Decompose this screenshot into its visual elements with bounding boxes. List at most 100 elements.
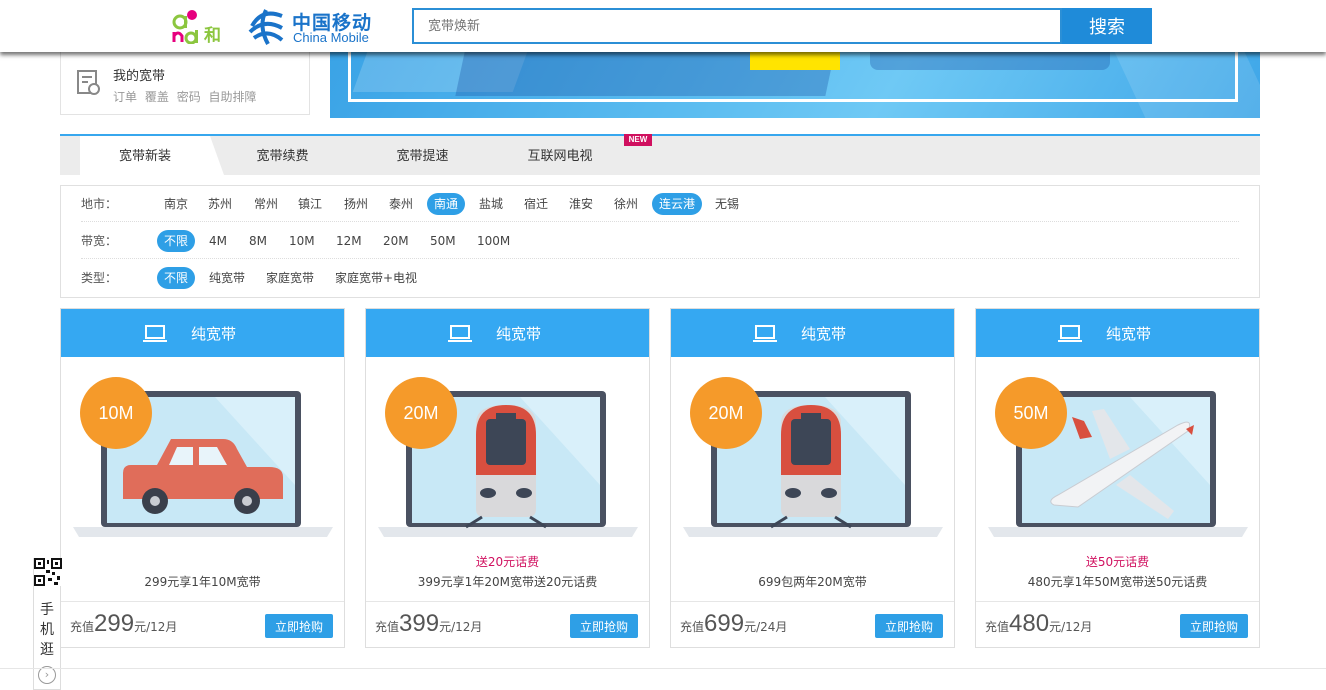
card-footer: 充值299元/12月 立即抢购 xyxy=(61,601,344,647)
card-header: 纯宽带 xyxy=(671,309,954,357)
product-description: 699包两年20M宽带 xyxy=(758,575,867,589)
price-amount: 480 xyxy=(1009,610,1050,637)
qr-code-icon xyxy=(34,558,62,586)
bandwidth-option[interactable]: 10M xyxy=(282,230,322,252)
product-description: 399元享1年20M宽带送20元话费 xyxy=(417,575,598,589)
banner-frame xyxy=(348,52,1238,102)
city-option[interactable]: 泰州 xyxy=(382,193,420,215)
bandwidth-option[interactable]: 4M xyxy=(202,230,234,252)
city-option[interactable]: 苏州 xyxy=(201,193,239,215)
service-tabs: 宽带新装 宽带续费 宽带提速 互联网电视 xyxy=(60,134,1260,175)
filter-label-type: 类型： xyxy=(81,271,118,285)
card-footer: 充值399元/12月 立即抢购 xyxy=(366,601,649,647)
filter-label-city: 地市： xyxy=(81,197,118,211)
city-option-selected[interactable]: 连云港 xyxy=(652,193,703,215)
bandwidth-option[interactable]: 8M xyxy=(242,230,274,252)
filter-label-bandwidth: 带宽： xyxy=(81,234,118,248)
product-card[interactable]: 纯宽带 10M 299元享1年10M宽带 充值299元/12月 立即抢购 xyxy=(60,308,345,648)
city-option[interactable]: 南京 xyxy=(157,193,195,215)
search-button[interactable]: 搜索 xyxy=(1062,8,1152,44)
buy-now-button[interactable]: 立即抢购 xyxy=(875,614,943,638)
search-input[interactable] xyxy=(412,8,1062,44)
price-amount: 399 xyxy=(399,610,440,637)
card-footer: 充值480元/12月 立即抢购 xyxy=(976,601,1259,647)
tab-internet-tv[interactable]: 互联网电视 xyxy=(505,136,615,175)
card-category: 纯宽带 xyxy=(191,325,237,343)
buy-now-button[interactable]: 立即抢购 xyxy=(1180,614,1248,638)
card-category: 纯宽带 xyxy=(1106,325,1152,343)
bandwidth-option[interactable]: 12M xyxy=(329,230,369,252)
card-category: 纯宽带 xyxy=(496,325,542,343)
svg-text:和: 和 xyxy=(204,26,221,44)
city-option[interactable]: 淮安 xyxy=(562,193,600,215)
brand-name-en: China Mobile xyxy=(293,30,369,45)
type-option[interactable]: 纯宽带 xyxy=(202,267,252,289)
city-option[interactable]: 扬州 xyxy=(337,193,375,215)
bandwidth-option-selected[interactable]: 不限 xyxy=(157,230,196,252)
speed-badge: 20M xyxy=(690,377,762,449)
tab-new-install[interactable]: 宽带新装 xyxy=(80,136,210,175)
bandwidth-option[interactable]: 20M xyxy=(376,230,416,252)
filter-row-type: 类型： 不限 纯宽带 家庭宽带 家庭宽带+电视 xyxy=(81,260,1239,296)
china-mobile-logo[interactable]: 中国移动 China Mobile xyxy=(246,6,376,46)
speed-badge: 50M xyxy=(995,377,1067,449)
tab-renewal[interactable]: 宽带续费 xyxy=(225,136,340,175)
type-option[interactable]: 家庭宽带+电视 xyxy=(328,267,424,289)
document-icon xyxy=(77,70,100,95)
laptop-icon xyxy=(1058,325,1082,342)
price: 充值399元/12月 xyxy=(375,610,483,637)
promo-banner[interactable] xyxy=(330,52,1260,118)
laptop-icon xyxy=(448,325,472,342)
filter-row-city: 地市： 南京 苏州 常州 镇江 扬州 泰州 南通 盐城 宿迁 淮安 徐州 连云港… xyxy=(81,186,1239,222)
tab-speed-up[interactable]: 宽带提速 xyxy=(365,136,480,175)
link-coverage[interactable]: 覆盖 xyxy=(145,90,169,104)
city-option[interactable]: 常州 xyxy=(247,193,285,215)
bandwidth-option[interactable]: 50M xyxy=(423,230,463,252)
card-header: 纯宽带 xyxy=(61,309,344,357)
my-broadband-title[interactable]: 我的宽带 xyxy=(113,65,165,84)
top-header: 和 中国移动 China Mobile 搜索 xyxy=(0,0,1326,52)
buy-now-button[interactable]: 立即抢购 xyxy=(265,614,333,638)
price-amount: 699 xyxy=(704,610,745,637)
page-divider xyxy=(0,668,1326,669)
product-card[interactable]: 纯宽带 20M 699包两年20M宽带 充值699元/24月 立即抢购 xyxy=(670,308,955,648)
price: 充值480元/12月 xyxy=(985,610,1093,637)
laptop-icon xyxy=(753,325,777,342)
speed-badge: 20M xyxy=(385,377,457,449)
card-header: 纯宽带 xyxy=(976,309,1259,357)
link-order[interactable]: 订单 xyxy=(113,90,137,104)
bandwidth-option[interactable]: 100M xyxy=(470,230,517,252)
card-footer: 充值699元/24月 立即抢购 xyxy=(671,601,954,647)
city-option[interactable]: 盐城 xyxy=(472,193,510,215)
product-description: 299元享1年10M宽带 xyxy=(144,575,261,589)
new-badge: NEW xyxy=(624,134,652,146)
type-option-selected[interactable]: 不限 xyxy=(157,267,196,289)
mobile-browse-panel[interactable]: 手机逛 › xyxy=(33,558,62,690)
laptop-icon xyxy=(143,325,167,342)
and-logo[interactable]: 和 xyxy=(172,8,234,46)
city-option-selected[interactable]: 南通 xyxy=(427,193,466,215)
speed-badge: 10M xyxy=(80,377,152,449)
city-option[interactable]: 宿迁 xyxy=(517,193,555,215)
price: 充值699元/24月 xyxy=(680,610,788,637)
card-header: 纯宽带 xyxy=(366,309,649,357)
city-option[interactable]: 徐州 xyxy=(607,193,645,215)
promo-text: 送20元话费 xyxy=(475,555,540,569)
my-broadband-panel: 我的宽带 订单 覆盖 密码 自助排障 xyxy=(60,52,310,115)
type-option[interactable]: 家庭宽带 xyxy=(259,267,321,289)
buy-now-button[interactable]: 立即抢购 xyxy=(570,614,638,638)
filter-panel: 地市： 南京 苏州 常州 镇江 扬州 泰州 南通 盐城 宿迁 淮安 徐州 连云港… xyxy=(60,185,1260,298)
city-option[interactable]: 无锡 xyxy=(708,193,746,215)
mobile-browse-label: 手机逛 xyxy=(40,602,54,658)
city-option[interactable]: 镇江 xyxy=(291,193,329,215)
promo-text: 送50元话费 xyxy=(1085,555,1150,569)
price: 充值299元/12月 xyxy=(70,610,178,637)
product-card[interactable]: 纯宽带 20M 送20元话费 399元享1年20M宽带送20元话费 充值399元… xyxy=(365,308,650,648)
link-password[interactable]: 密码 xyxy=(177,90,201,104)
filter-row-bandwidth: 带宽： 不限 4M 8M 10M 12M 20M 50M 100M xyxy=(81,223,1239,259)
card-category: 纯宽带 xyxy=(801,325,847,343)
my-broadband-links: 订单 覆盖 密码 自助排障 xyxy=(113,88,261,105)
link-self-troubleshoot[interactable]: 自助排障 xyxy=(209,90,257,104)
product-card[interactable]: 纯宽带 50M 送50元话费 480元享1年50M宽带送50元话费 充值480元… xyxy=(975,308,1260,648)
tab-corner-shape xyxy=(210,136,224,175)
